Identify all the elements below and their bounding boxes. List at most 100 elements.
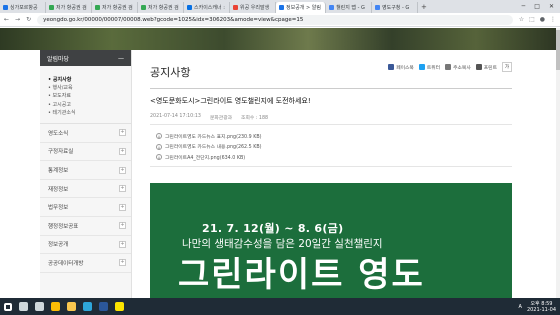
sidebar-item-label: 정보공개 <box>48 242 69 249</box>
sidebar-item-label: 통계정보 <box>48 168 69 174</box>
plus-icon[interactable]: + <box>119 240 126 248</box>
tab-label: 위공 우리말생 <box>240 5 270 11</box>
browser-tab[interactable]: 위공 우리말생 <box>230 2 276 13</box>
profile-icon[interactable]: ● <box>540 16 545 23</box>
sidebar-subitem[interactable]: • 보도자료 <box>48 92 131 100</box>
site-banner-image <box>0 28 560 50</box>
folder-icon[interactable] <box>67 302 76 311</box>
browser-tab[interactable]: 정보공개 > 알림 <box>276 2 326 13</box>
share-tool-4[interactable]: 프린트 <box>475 64 497 71</box>
sidebar-subitem[interactable]: • 공지사항 <box>48 76 131 84</box>
star-icon[interactable]: ☆ <box>519 16 524 23</box>
sidebar-item[interactable]: 정보공개 + <box>40 236 131 255</box>
tab-favicon-icon <box>329 5 334 10</box>
browser-tab[interactable]: 저가 항공권 검 <box>92 2 138 13</box>
plus-icon[interactable]: + <box>119 129 126 137</box>
plus-icon[interactable]: + <box>119 147 126 155</box>
attachment-name: 그린라이트영도 카드뉴스 표지.png(230.9 KB) <box>165 134 262 140</box>
post-views: 조회수 : 188 <box>241 116 269 121</box>
attachment-item[interactable]: ⤓ 그린라이트영도 카드뉴스 표지.png(230.9 KB) <box>156 131 262 142</box>
reload-icon[interactable]: ↻ <box>26 16 31 23</box>
menu-icon[interactable]: ⋮ <box>550 16 556 23</box>
tab-label: 정보공개 > 알림 <box>286 5 321 11</box>
sidebar-item[interactable]: 통계정보 + <box>40 161 131 180</box>
share-tool-1[interactable]: 페이스북 <box>388 64 414 71</box>
browser-tab-strip: 싱가포르항공 저가 항공권 검 저가 항공권 검 저가 항공권 검 스카이스캐너 : 위공… <box>0 0 560 13</box>
share-tool-label: 페이스북 <box>396 65 414 71</box>
scrollbar-thumb[interactable] <box>556 30 560 70</box>
input-lang-indicator[interactable]: A <box>519 304 522 310</box>
browser-tab[interactable]: 저가 항공권 검 <box>138 2 184 13</box>
share-tool-label: 트위터 <box>426 65 441 71</box>
tab-favicon-icon <box>233 5 238 10</box>
sidebar-item[interactable]: 공공데이터개방 + <box>40 254 131 273</box>
kakaotalk-icon[interactable] <box>115 302 124 311</box>
minimize-button[interactable]: ─ <box>522 3 526 10</box>
browser-tab[interactable]: 챌린지 맵 - G <box>326 2 372 13</box>
sidebar-item[interactable]: 행정정보공표 + <box>40 217 131 236</box>
share-tool-2[interactable]: 트위터 <box>418 64 441 71</box>
tab-label: 저가 항공권 검 <box>148 5 179 11</box>
maximize-button[interactable]: □ <box>534 3 540 10</box>
extensions-icon[interactable]: ⬚ <box>529 16 535 23</box>
sidebar-subitem[interactable]: • 고시공고 <box>48 101 131 109</box>
back-icon[interactable]: ← <box>4 16 9 23</box>
sidebar-header[interactable]: 알림마당 — <box>40 50 131 66</box>
zoom-button[interactable]: 가 <box>502 62 512 72</box>
tab-label: 저가 항공권 검 <box>56 5 87 11</box>
search-icon[interactable] <box>19 302 28 311</box>
post-meta: 2021-07-14 17:10:13 문화관광과 조회수 : 188 <box>150 114 268 121</box>
collapse-icon[interactable]: — <box>118 55 124 62</box>
attachment-name: 그린라이트A4_전단지.png(634.0 KB) <box>165 155 246 161</box>
new-tab-button[interactable]: + <box>421 3 427 11</box>
copy-link-icon <box>445 64 452 70</box>
share-tool-3[interactable]: 주소복사 <box>445 64 471 71</box>
share-tool-label: 주소복사 <box>453 65 471 71</box>
browser-tab[interactable]: 저가 항공권 검 <box>46 2 92 13</box>
plus-icon[interactable]: + <box>119 259 126 267</box>
plus-icon[interactable]: + <box>119 222 126 230</box>
tab-label: 스카이스캐너 : <box>194 5 225 11</box>
browser-tab[interactable]: 스카이스캐너 : <box>184 2 230 13</box>
url-text: yeongdo.go.kr/00000/00007/00008.web?gcod… <box>43 16 304 23</box>
sidebar-item[interactable]: 법무정보 + <box>40 198 131 217</box>
tab-label: 영도구청 - G <box>382 5 410 11</box>
sidebar-item[interactable]: 구정자료실 + <box>40 143 131 162</box>
sidebar-item-label: 구정자료실 <box>48 149 74 156</box>
forward-icon[interactable]: → <box>15 16 20 23</box>
plus-icon[interactable]: + <box>119 166 126 174</box>
edge-icon[interactable] <box>83 302 92 311</box>
window-controls: ─ □ ✕ <box>522 3 560 10</box>
sidebar-subitem[interactable]: • 행사/교육 <box>48 84 131 92</box>
close-button[interactable]: ✕ <box>549 3 554 10</box>
sidebar-item[interactable]: 재정정보 + <box>40 180 131 199</box>
tab-favicon-icon <box>279 5 284 10</box>
taskview-icon[interactable] <box>35 302 44 311</box>
sidebar-item[interactable]: 영도소식 + <box>40 124 131 143</box>
sidebar-menu: 영도소식 + 구정자료실 + 통계정보 + 재정정보 + 법무정보 + 행정정보공표 + 정보공개 + 공공… <box>40 124 131 273</box>
tab-favicon-icon <box>95 5 100 10</box>
sidebar-item-label: 영도소식 <box>48 130 69 137</box>
windows-taskbar: A 오후 8:59 2021-11-04 <box>0 298 560 315</box>
clock[interactable]: 오후 8:59 2021-11-04 <box>527 301 556 313</box>
attachment-item[interactable]: ⤓ 그린라이트A4_전단지.png(634.0 KB) <box>156 152 262 163</box>
url-field[interactable]: yeongdo.go.kr/00000/00007/00008.web?gcod… <box>37 14 513 25</box>
browser-tab[interactable]: 영도구청 - G <box>372 2 418 13</box>
windows-icon[interactable] <box>4 302 12 311</box>
plus-icon[interactable]: + <box>119 185 126 193</box>
attachment-item[interactable]: ⤓ 그린라이트영도 카드뉴스 내용.png(262.5 KB) <box>156 142 262 153</box>
tab-label: 챌린지 맵 - G <box>336 5 365 11</box>
attachment-name: 그린라이트영도 카드뉴스 내용.png(262.5 KB) <box>165 145 262 151</box>
browser-tab[interactable]: 싱가포르항공 <box>0 2 46 13</box>
plus-icon[interactable]: + <box>119 203 126 211</box>
print-icon <box>475 64 482 70</box>
share-tools: 페이스북 트위터 주소복사 프린트 가 <box>388 62 512 72</box>
sidebar-subitem[interactable]: • 테기관소식 <box>48 109 131 117</box>
chrome-icon[interactable] <box>51 302 60 311</box>
word-icon[interactable] <box>99 302 108 311</box>
page-title: 공지사항 <box>150 66 191 79</box>
clock-date: 2021-11-04 <box>526 306 556 313</box>
sidebar-submenu: • 공지사항 • 행사/교육 • 보도자료 • 고시공고 • 테기관소식 <box>40 66 131 125</box>
attachment-icon: ⤓ <box>156 154 162 161</box>
attachment-icon: ⤓ <box>156 133 162 140</box>
